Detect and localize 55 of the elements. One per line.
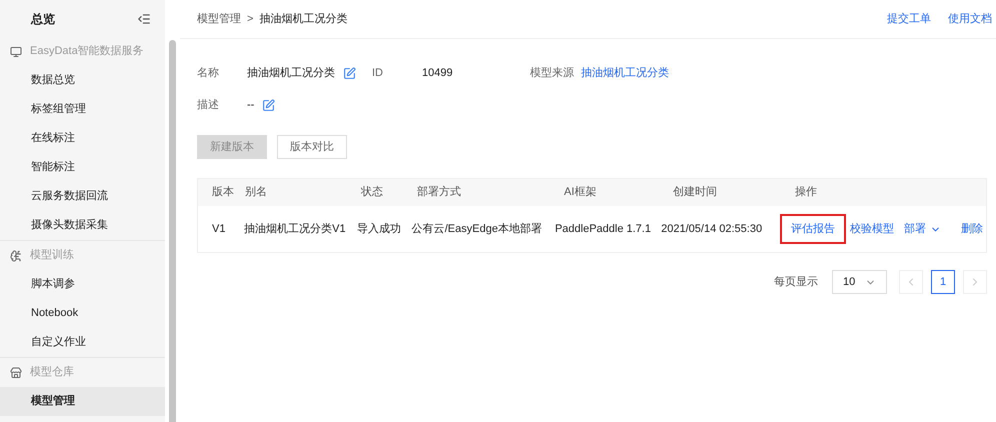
- monitor-icon: [10, 46, 22, 58]
- table-cell-text: 抽油烟机工况分类V1: [244, 222, 347, 237]
- header-link[interactable]: 提交工单: [887, 10, 931, 28]
- column-header: 别名: [245, 185, 268, 200]
- field-label: ID: [372, 66, 384, 81]
- page-size-select[interactable]: 10: [832, 270, 887, 294]
- sidebar-item[interactable]: 数据总览: [0, 66, 165, 95]
- table-cell-text: 公有云/EasyEdge本地部署: [412, 222, 543, 237]
- group-label: 模型仓库: [30, 364, 74, 380]
- sidebar-item[interactable]: 模型管理: [0, 387, 165, 416]
- table-cell-text: 导入成功: [357, 222, 402, 237]
- breadcrumb-link[interactable]: 模型管理: [197, 10, 241, 28]
- column-header: AI框架: [564, 184, 598, 200]
- sidebar-item[interactable]: 摄像头数据采集: [0, 211, 165, 240]
- table-cell-text: 2021/05/14 02:55:30: [661, 222, 764, 237]
- model-id: 10499: [422, 66, 454, 81]
- group-label: EasyData智能数据服务: [30, 44, 144, 60]
- action-link[interactable]: 校验模型: [847, 214, 898, 244]
- sidebar-item[interactable]: 云服务数据回流: [0, 182, 165, 211]
- page-size-label: 每页显示: [774, 274, 818, 290]
- sidebar-title: 总览: [31, 10, 55, 28]
- scrollbar[interactable]: [169, 40, 176, 422]
- source-link[interactable]: 抽油烟机工况分类: [581, 64, 669, 82]
- action-link[interactable]: 评估报告: [780, 214, 846, 244]
- page-button[interactable]: 1: [931, 270, 955, 294]
- table-cell-text: PaddlePaddle 1.7.1: [554, 222, 652, 237]
- column-header: 部署方式: [417, 184, 462, 200]
- store-icon: [10, 366, 22, 378]
- action-button[interactable]: 版本对比: [277, 135, 347, 159]
- sidebar-item[interactable]: 在线标注: [0, 124, 165, 153]
- field-label: 描述: [197, 98, 220, 113]
- header-link[interactable]: 使用文档: [948, 10, 992, 28]
- column-header: 创建时间: [673, 185, 718, 200]
- sidebar-item[interactable]: 标签组管理: [0, 95, 165, 124]
- breadcrumb-current: 抽油烟机工况分类: [259, 12, 348, 27]
- description-value: --: [247, 98, 254, 113]
- edit-icon[interactable]: [343, 66, 356, 80]
- sidebar-item[interactable]: 智能标注: [0, 153, 165, 182]
- collapse-icon[interactable]: [137, 12, 151, 26]
- column-header: 状态: [361, 184, 384, 200]
- field-label: 模型来源: [530, 66, 575, 81]
- model-name: 抽油烟机工况分类: [247, 66, 335, 81]
- group-label: 模型训练: [30, 248, 74, 264]
- deploy-dropdown[interactable]: 部署: [898, 214, 948, 244]
- edit-icon[interactable]: [262, 98, 276, 112]
- field-label: 名称: [197, 66, 220, 81]
- column-header: 操作: [795, 185, 817, 200]
- brain-icon: [10, 250, 22, 262]
- table-cell-text: V1: [211, 222, 226, 237]
- sidebar-item[interactable]: Notebook: [0, 299, 165, 328]
- action-link[interactable]: 删除: [958, 214, 986, 244]
- breadcrumb-separator: >: [247, 12, 254, 27]
- sidebar-item[interactable]: 脚本调参: [0, 270, 165, 299]
- sidebar-item[interactable]: 自定义作业: [0, 328, 165, 357]
- column-header: 版本: [211, 185, 235, 200]
